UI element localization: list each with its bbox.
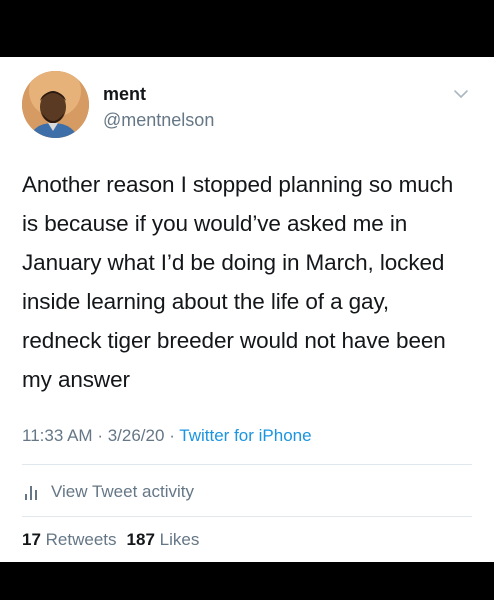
tweet-metadata: 11:33 AM · 3/26/20 · Twitter for iPhone — [22, 425, 312, 447]
likes-count: 187 — [126, 530, 155, 549]
tweet-time[interactable]: 11:33 AM — [22, 426, 93, 445]
retweets-label: Retweets — [45, 530, 117, 549]
screenshot-frame: ment @mentnelson Another reason I stoppe… — [0, 0, 494, 600]
retweets-stat[interactable]: 17 Retweets — [22, 530, 117, 549]
engagement-stats: 17 Retweets 187 Likes — [22, 529, 199, 551]
tweet-date[interactable]: 3/26/20 — [108, 426, 165, 445]
likes-stat[interactable]: 187 Likes — [127, 530, 200, 549]
avatar[interactable] — [22, 71, 89, 138]
view-tweet-activity-link[interactable]: View Tweet activity — [22, 477, 194, 507]
user-handle[interactable]: @mentnelson — [103, 109, 214, 131]
divider — [22, 516, 472, 517]
bar-chart-icon — [24, 484, 42, 500]
activity-label: View Tweet activity — [51, 482, 194, 501]
avatar-image — [22, 71, 89, 138]
author-names: ment @mentnelson — [103, 83, 214, 131]
tweet-header: ment @mentnelson — [22, 71, 474, 141]
divider — [22, 464, 472, 465]
likes-label: Likes — [159, 530, 200, 549]
meta-separator: · — [97, 426, 103, 445]
display-name[interactable]: ment — [103, 83, 214, 105]
meta-separator: · — [169, 426, 175, 445]
tweet-source-link[interactable]: Twitter for iPhone — [179, 426, 311, 445]
chevron-down-icon[interactable] — [452, 85, 470, 103]
tweet-card: ment @mentnelson Another reason I stoppe… — [0, 57, 494, 562]
retweets-count: 17 — [22, 530, 41, 549]
tweet-text: Another reason I stopped planning so muc… — [22, 172, 454, 392]
